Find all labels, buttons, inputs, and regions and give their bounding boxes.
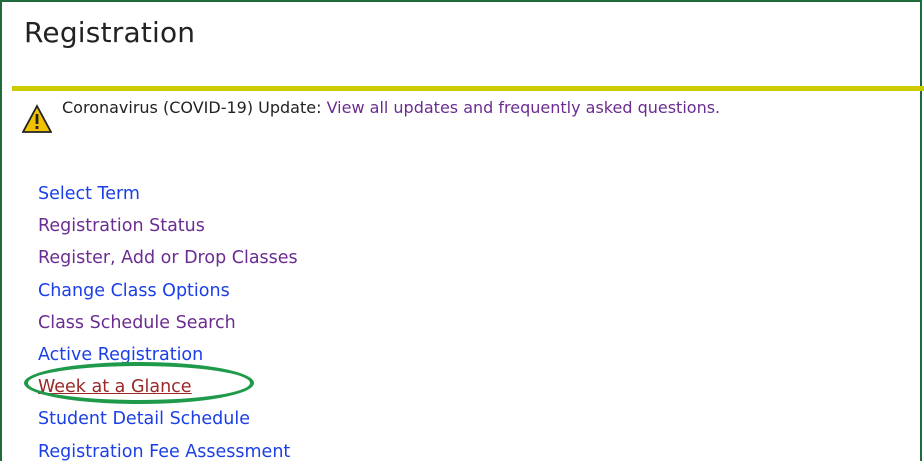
warning-icon: [22, 104, 52, 133]
page-title: Registration: [24, 16, 196, 49]
menu-link-week-at-a-glance[interactable]: Week at a Glance: [38, 371, 298, 403]
notice-prefix: Coronavirus (COVID-19) Update:: [62, 98, 327, 117]
covid-notice: Coronavirus (COVID-19) Update: View all …: [22, 98, 720, 134]
menu-link-register-add-drop[interactable]: Register, Add or Drop Classes: [38, 242, 298, 274]
menu-link-registration-status[interactable]: Registration Status: [38, 210, 298, 242]
menu-link-change-class-options[interactable]: Change Class Options: [38, 275, 298, 307]
menu-link-class-schedule-search[interactable]: Class Schedule Search: [38, 307, 298, 339]
covid-updates-link[interactable]: View all updates and frequently asked qu…: [327, 98, 721, 117]
registration-menu: Select Term Registration Status Register…: [38, 178, 298, 468]
menu-link-active-registration[interactable]: Active Registration: [38, 339, 298, 371]
registration-panel: Registration Coronavirus (COVID-19) Upda…: [0, 0, 924, 462]
header-divider: [12, 86, 924, 91]
menu-link-select-term[interactable]: Select Term: [38, 178, 298, 210]
menu-link-registration-fee-assessment[interactable]: Registration Fee Assessment: [38, 436, 298, 468]
menu-link-student-detail-schedule[interactable]: Student Detail Schedule: [38, 403, 298, 435]
notice-text: Coronavirus (COVID-19) Update: View all …: [62, 98, 720, 117]
